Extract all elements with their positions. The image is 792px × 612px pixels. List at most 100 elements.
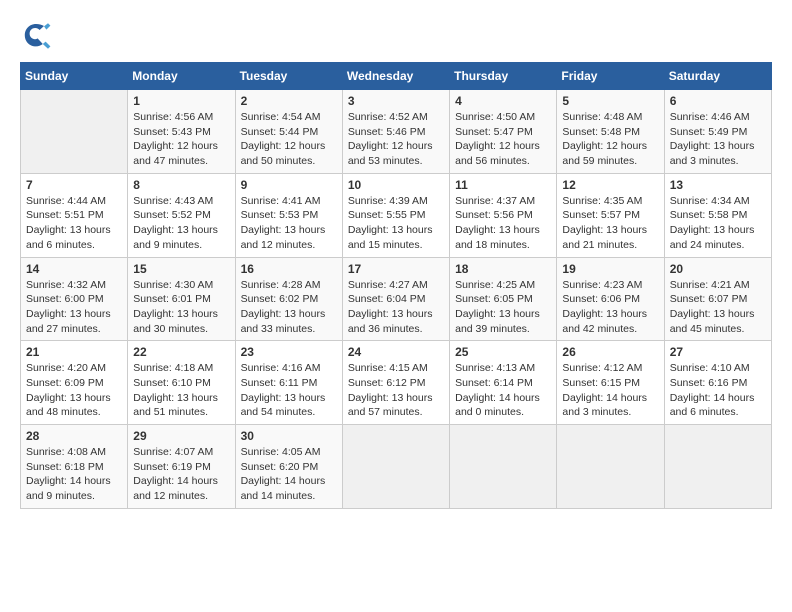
day-number: 15 <box>133 262 229 276</box>
day-info: Sunrise: 4:10 AM Sunset: 6:16 PM Dayligh… <box>670 361 766 420</box>
calendar-cell: 17 Sunrise: 4:27 AM Sunset: 6:04 PM Dayli… <box>342 257 449 341</box>
calendar-week-5: 28 Sunrise: 4:08 AM Sunset: 6:18 PM Dayli… <box>21 425 772 509</box>
day-number: 10 <box>348 178 444 192</box>
day-number: 26 <box>562 345 658 359</box>
day-header-row: SundayMondayTuesdayWednesdayThursdayFrid… <box>21 63 772 90</box>
calendar-cell: 28 Sunrise: 4:08 AM Sunset: 6:18 PM Dayli… <box>21 425 128 509</box>
day-of-week-saturday: Saturday <box>664 63 771 90</box>
day-of-week-monday: Monday <box>128 63 235 90</box>
calendar-cell: 3 Sunrise: 4:52 AM Sunset: 5:46 PM Daylig… <box>342 90 449 174</box>
day-number: 19 <box>562 262 658 276</box>
calendar-cell: 29 Sunrise: 4:07 AM Sunset: 6:19 PM Dayli… <box>128 425 235 509</box>
calendar-week-3: 14 Sunrise: 4:32 AM Sunset: 6:00 PM Dayli… <box>21 257 772 341</box>
day-number: 29 <box>133 429 229 443</box>
day-number: 20 <box>670 262 766 276</box>
calendar-cell <box>21 90 128 174</box>
day-number: 3 <box>348 94 444 108</box>
day-number: 23 <box>241 345 337 359</box>
day-info: Sunrise: 4:43 AM Sunset: 5:52 PM Dayligh… <box>133 194 229 253</box>
day-info: Sunrise: 4:48 AM Sunset: 5:48 PM Dayligh… <box>562 110 658 169</box>
day-number: 21 <box>26 345 122 359</box>
day-info: Sunrise: 4:15 AM Sunset: 6:12 PM Dayligh… <box>348 361 444 420</box>
calendar-cell: 27 Sunrise: 4:10 AM Sunset: 6:16 PM Dayli… <box>664 341 771 425</box>
calendar-cell: 16Sunrise: 4:28 AM Sunset: 6:02 PM Dayli… <box>235 257 342 341</box>
day-info: Sunrise: 4:44 AM Sunset: 5:51 PM Dayligh… <box>26 194 122 253</box>
calendar-cell: 21 Sunrise: 4:20 AM Sunset: 6:09 PM Dayli… <box>21 341 128 425</box>
day-info: Sunrise: 4:20 AM Sunset: 6:09 PM Dayligh… <box>26 361 122 420</box>
calendar-cell: 22Sunrise: 4:18 AM Sunset: 6:10 PM Dayli… <box>128 341 235 425</box>
calendar-cell: 18 Sunrise: 4:25 AM Sunset: 6:05 PM Dayli… <box>450 257 557 341</box>
day-of-week-friday: Friday <box>557 63 664 90</box>
day-info: Sunrise: 4:12 AM Sunset: 6:15 PM Dayligh… <box>562 361 658 420</box>
calendar-cell: 10Sunrise: 4:39 AM Sunset: 5:55 PM Dayli… <box>342 173 449 257</box>
day-number: 4 <box>455 94 551 108</box>
calendar-cell: 7 Sunrise: 4:44 AM Sunset: 5:51 PM Daylig… <box>21 173 128 257</box>
day-number: 1 <box>133 94 229 108</box>
calendar-table: SundayMondayTuesdayWednesdayThursdayFrid… <box>20 62 772 509</box>
calendar-cell: 4Sunrise: 4:50 AM Sunset: 5:47 PM Daylig… <box>450 90 557 174</box>
calendar-cell: 20 Sunrise: 4:21 AM Sunset: 6:07 PM Dayli… <box>664 257 771 341</box>
calendar-cell: 15 Sunrise: 4:30 AM Sunset: 6:01 PM Dayli… <box>128 257 235 341</box>
calendar-body: 1 Sunrise: 4:56 AM Sunset: 5:43 PM Daylig… <box>21 90 772 509</box>
calendar-cell <box>664 425 771 509</box>
calendar-cell <box>342 425 449 509</box>
day-info: Sunrise: 4:05 AM Sunset: 6:20 PM Dayligh… <box>241 445 337 504</box>
calendar-cell: 8 Sunrise: 4:43 AM Sunset: 5:52 PM Daylig… <box>128 173 235 257</box>
day-info: Sunrise: 4:27 AM Sunset: 6:04 PM Dayligh… <box>348 278 444 337</box>
calendar-cell: 9Sunrise: 4:41 AM Sunset: 5:53 PM Daylig… <box>235 173 342 257</box>
day-info: Sunrise: 4:16 AM Sunset: 6:11 PM Dayligh… <box>241 361 337 420</box>
day-number: 5 <box>562 94 658 108</box>
day-number: 14 <box>26 262 122 276</box>
calendar-cell: 11Sunrise: 4:37 AM Sunset: 5:56 PM Dayli… <box>450 173 557 257</box>
day-number: 11 <box>455 178 551 192</box>
day-number: 18 <box>455 262 551 276</box>
day-info: Sunrise: 4:52 AM Sunset: 5:46 PM Dayligh… <box>348 110 444 169</box>
day-info: Sunrise: 4:32 AM Sunset: 6:00 PM Dayligh… <box>26 278 122 337</box>
calendar-cell: 5 Sunrise: 4:48 AM Sunset: 5:48 PM Daylig… <box>557 90 664 174</box>
calendar-cell: 23 Sunrise: 4:16 AM Sunset: 6:11 PM Dayli… <box>235 341 342 425</box>
calendar-cell: 25 Sunrise: 4:13 AM Sunset: 6:14 PM Dayli… <box>450 341 557 425</box>
day-info: Sunrise: 4:54 AM Sunset: 5:44 PM Dayligh… <box>241 110 337 169</box>
day-number: 28 <box>26 429 122 443</box>
day-info: Sunrise: 4:46 AM Sunset: 5:49 PM Dayligh… <box>670 110 766 169</box>
day-info: Sunrise: 4:25 AM Sunset: 6:05 PM Dayligh… <box>455 278 551 337</box>
calendar-header: SundayMondayTuesdayWednesdayThursdayFrid… <box>21 63 772 90</box>
day-info: Sunrise: 4:21 AM Sunset: 6:07 PM Dayligh… <box>670 278 766 337</box>
logo <box>20 20 58 52</box>
calendar-cell <box>450 425 557 509</box>
day-info: Sunrise: 4:30 AM Sunset: 6:01 PM Dayligh… <box>133 278 229 337</box>
day-info: Sunrise: 4:23 AM Sunset: 6:06 PM Dayligh… <box>562 278 658 337</box>
day-number: 2 <box>241 94 337 108</box>
calendar-cell: 6 Sunrise: 4:46 AM Sunset: 5:49 PM Daylig… <box>664 90 771 174</box>
day-info: Sunrise: 4:13 AM Sunset: 6:14 PM Dayligh… <box>455 361 551 420</box>
day-number: 6 <box>670 94 766 108</box>
calendar-cell: 1 Sunrise: 4:56 AM Sunset: 5:43 PM Daylig… <box>128 90 235 174</box>
day-number: 17 <box>348 262 444 276</box>
logo-icon <box>20 20 52 52</box>
day-info: Sunrise: 4:08 AM Sunset: 6:18 PM Dayligh… <box>26 445 122 504</box>
calendar-cell: 24 Sunrise: 4:15 AM Sunset: 6:12 PM Dayli… <box>342 341 449 425</box>
day-of-week-sunday: Sunday <box>21 63 128 90</box>
calendar-week-4: 21 Sunrise: 4:20 AM Sunset: 6:09 PM Dayli… <box>21 341 772 425</box>
day-info: Sunrise: 4:41 AM Sunset: 5:53 PM Dayligh… <box>241 194 337 253</box>
day-number: 27 <box>670 345 766 359</box>
day-info: Sunrise: 4:28 AM Sunset: 6:02 PM Dayligh… <box>241 278 337 337</box>
day-number: 7 <box>26 178 122 192</box>
day-info: Sunrise: 4:35 AM Sunset: 5:57 PM Dayligh… <box>562 194 658 253</box>
calendar-cell: 2 Sunrise: 4:54 AM Sunset: 5:44 PM Daylig… <box>235 90 342 174</box>
day-of-week-wednesday: Wednesday <box>342 63 449 90</box>
day-number: 22 <box>133 345 229 359</box>
day-info: Sunrise: 4:56 AM Sunset: 5:43 PM Dayligh… <box>133 110 229 169</box>
page-header <box>20 20 772 52</box>
day-number: 12 <box>562 178 658 192</box>
calendar-cell: 30 Sunrise: 4:05 AM Sunset: 6:20 PM Dayli… <box>235 425 342 509</box>
day-number: 8 <box>133 178 229 192</box>
day-number: 24 <box>348 345 444 359</box>
calendar-cell: 12 Sunrise: 4:35 AM Sunset: 5:57 PM Dayli… <box>557 173 664 257</box>
day-of-week-tuesday: Tuesday <box>235 63 342 90</box>
day-number: 30 <box>241 429 337 443</box>
day-info: Sunrise: 4:34 AM Sunset: 5:58 PM Dayligh… <box>670 194 766 253</box>
calendar-cell: 14 Sunrise: 4:32 AM Sunset: 6:00 PM Dayli… <box>21 257 128 341</box>
day-info: Sunrise: 4:07 AM Sunset: 6:19 PM Dayligh… <box>133 445 229 504</box>
day-number: 25 <box>455 345 551 359</box>
